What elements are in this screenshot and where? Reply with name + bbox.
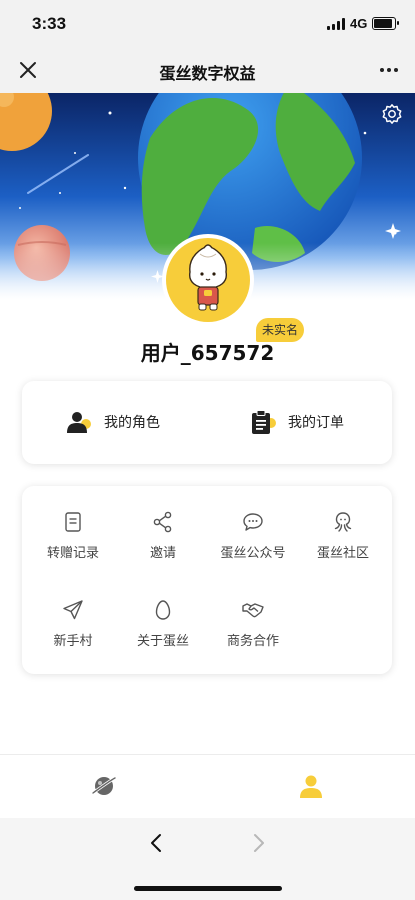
- planet-icon[interactable]: [91, 773, 117, 799]
- back-arrow-icon[interactable]: [146, 832, 168, 854]
- menu-item-official-account[interactable]: 蛋丝公众号: [208, 510, 298, 561]
- status-bar: 3:33 4G: [0, 0, 415, 48]
- egg-icon: [155, 600, 171, 620]
- menu-item-community[interactable]: 蛋丝社区: [298, 510, 388, 561]
- menu-label: 邀请: [149, 546, 176, 561]
- menu-label: 商务合作: [226, 634, 279, 649]
- settings-icon[interactable]: [381, 103, 403, 125]
- share-icon: [153, 511, 172, 533]
- network-type: 4G: [350, 16, 368, 31]
- more-icon[interactable]: [377, 58, 401, 82]
- battery-icon: [372, 17, 399, 30]
- clipboard-icon: [252, 410, 276, 434]
- menu-card: 转赠记录 邀请 蛋丝公众号 蛋丝社区 新手村 关于蛋丝 商务合作: [22, 486, 392, 674]
- profile-icon[interactable]: [298, 773, 324, 799]
- menu-label: 新手村: [53, 634, 93, 649]
- signal-icon: [327, 18, 347, 30]
- menu-label: 蛋丝社区: [316, 546, 369, 561]
- my-orders-label: 我的订单: [288, 415, 344, 431]
- my-role-button[interactable]: 我的角色: [66, 407, 160, 437]
- document-icon: [65, 512, 81, 532]
- menu-item-about[interactable]: 关于蛋丝: [118, 598, 208, 649]
- username: 用户_657572: [140, 341, 275, 365]
- menu-label: 蛋丝公众号: [220, 546, 286, 561]
- status-time: 3:33: [32, 14, 67, 33]
- forward-arrow-icon[interactable]: [247, 832, 269, 854]
- paper-plane-icon: [63, 600, 83, 620]
- avatar[interactable]: [162, 234, 254, 326]
- home-indicator: [134, 886, 282, 891]
- menu-item-business[interactable]: 商务合作: [208, 598, 298, 649]
- menu-item-transfer-records[interactable]: 转赠记录: [28, 510, 118, 561]
- menu-label: 关于蛋丝: [136, 634, 189, 649]
- quick-actions-card: 我的角色 我的订单: [22, 381, 392, 464]
- user-role-icon: [67, 412, 91, 433]
- tab-bar: [0, 754, 415, 818]
- page-title: 蛋丝数字权益: [159, 64, 256, 83]
- chat-bubble-icon: [243, 513, 263, 531]
- nav-bar: 蛋丝数字权益: [0, 48, 415, 93]
- menu-item-invite[interactable]: 邀请: [118, 510, 208, 561]
- octopus-icon: [334, 512, 352, 532]
- handshake-icon: [242, 603, 264, 618]
- menu-label: 转赠记录: [46, 546, 99, 561]
- menu-item-newbie-village[interactable]: 新手村: [28, 598, 118, 649]
- my-orders-button[interactable]: 我的订单: [250, 407, 344, 437]
- my-role-label: 我的角色: [104, 415, 160, 431]
